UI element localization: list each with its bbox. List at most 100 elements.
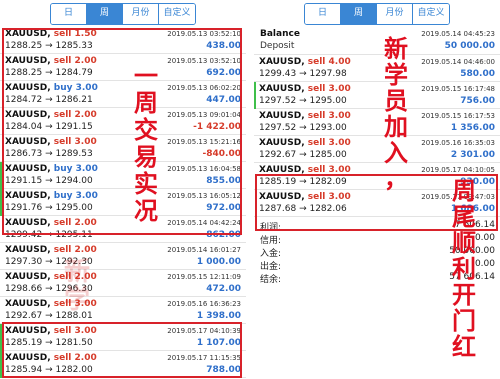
trade-row[interactable]: XAUUSD, sell 3.00 1297.52 → 1295.00 2019.0… [254,82,500,109]
tab-week[interactable]: 周 [341,3,377,24]
trade-title: XAUUSD, buy 3.00 [5,164,98,174]
trade-prices: 1286.73 → 1289.53 [5,149,93,159]
tab-week[interactable]: 周 [87,3,123,24]
trade-prices: 1299.43 → 1297.98 [259,69,347,79]
tab-custom[interactable]: 自定义 [159,3,195,24]
trade-side: sell [53,56,72,66]
balance-title: Balance [260,29,300,39]
trade-symbol: XAUUSD, [259,138,305,148]
tab-month[interactable]: 月份 [123,3,159,24]
trade-date: 2019.05.14 04:46:00 [421,58,495,66]
trade-volume: 2.00 [74,218,97,228]
trade-date: 2019.05.13 09:01:04 [167,111,241,119]
tab-month[interactable]: 月份 [377,3,413,24]
trade-symbol: XAUUSD, [259,165,305,175]
trade-volume: 3.00 [328,84,351,94]
trade-side: sell [53,110,72,120]
trade-row[interactable]: XAUUSD, sell 2.00 1299.42 → 1295.11 2019.0… [0,216,246,243]
trade-row[interactable]: XAUUSD, buy 3.00 1284.72 → 1286.21 2019.05… [0,81,246,108]
trade-row[interactable]: XAUUSD, sell 4.00 1299.43 → 1297.98 2019.0… [254,55,500,82]
trade-row[interactable]: XAUUSD, sell 2.00 1284.04 → 1291.15 2019.0… [0,108,246,135]
trade-row[interactable]: XAUUSD, sell 2.00 1285.94 → 1282.00 2019.0… [0,351,246,378]
trade-volume: 3.00 [75,83,98,93]
trade-row[interactable]: XAUUSD, sell 1.50 1288.25 → 1285.33 2019.0… [0,27,246,54]
trade-date: 2019.05.13 16:05:12 [167,192,241,200]
trade-title: XAUUSD, sell 3.00 [259,138,351,148]
trade-symbol: XAUUSD, [5,353,51,363]
tab-day[interactable]: 日 [51,3,87,24]
trade-row[interactable]: XAUUSD, sell 3.00 1292.67 → 1285.00 2019.0… [254,136,500,163]
trade-profit: 472.00 [206,284,241,294]
watermark-text: 新 学 [63,257,90,315]
trade-row[interactable]: XAUUSD, sell 2.00 1297.30 → 1292.30 2019.0… [0,243,246,270]
tab-day[interactable]: 日 [305,3,341,24]
trade-row[interactable]: XAUUSD, buy 3.00 1291.76 → 1295.00 2019.05… [0,189,246,216]
trade-date: 2019.05.17 04:10:05 [421,166,495,174]
trade-row[interactable]: XAUUSD, sell 2.00 1298.66 → 1296.30 2019.0… [0,270,246,297]
trade-side: sell [307,165,326,175]
period-tabs: 日周月份 自定义 [50,2,196,25]
trade-volume: 2.00 [74,353,97,363]
trade-row[interactable]: XAUUSD, sell 3.00 1297.52 → 1293.00 2019.0… [254,109,500,136]
trade-symbol: XAUUSD, [5,299,51,309]
trade-profit: 438.00 [206,41,241,51]
summary-label: 入金: [260,249,282,259]
summary-label: 信用: [260,236,282,246]
trade-profit: 2 301.00 [450,150,495,160]
trade-volume: 1.50 [74,29,97,39]
caption-weekly-trading: 一 周 交 易 实 况 [134,61,158,225]
trade-title: XAUUSD, sell 1.50 [5,29,97,39]
trade-profit: 1 356.00 [450,123,495,133]
trade-row[interactable]: XAUUSD, sell 3.00 1286.73 → 1289.53 2019.0… [0,135,246,162]
trade-title: XAUUSD, sell 2.00 [5,56,97,66]
trade-symbol: XAUUSD, [5,83,51,93]
trade-volume: 2.00 [74,245,97,255]
trade-title: XAUUSD, sell 3.00 [259,165,351,175]
trade-symbol: XAUUSD, [5,137,51,147]
trade-symbol: XAUUSD, [5,56,51,66]
trade-prices: 1291.15 → 1294.00 [5,176,93,186]
trade-volume: 3.00 [75,191,98,201]
trade-volume: 3.00 [328,192,351,202]
trade-prices: 1285.19 → 1281.50 [5,338,93,348]
trade-prices: 1291.76 → 1295.00 [5,203,93,213]
trade-side: buy [53,83,73,93]
trade-title: XAUUSD, sell 2.00 [5,110,97,120]
trade-prices: 1297.52 → 1293.00 [259,123,347,133]
trade-symbol: XAUUSD, [259,57,305,67]
trade-volume: 2.00 [74,110,97,120]
trade-title: XAUUSD, sell 3.00 [259,84,351,94]
trade-symbol: XAUUSD, [5,272,51,282]
trade-symbol: XAUUSD, [5,326,51,336]
trade-row[interactable]: XAUUSD, buy 3.00 1291.15 → 1294.00 2019.05… [0,162,246,189]
trade-profit: 1 107.00 [196,338,241,348]
summary-label: 利润: [260,223,282,233]
caption-weekend-win: 周 尾 顺 利 开 门 红 [452,176,476,361]
trade-title: XAUUSD, sell 2.00 [5,245,97,255]
trade-date: 2019.05.16 16:36:23 [167,300,241,308]
trade-row[interactable]: XAUUSD, sell 2.00 1288.25 → 1284.79 2019.0… [0,54,246,81]
position-marker [0,324,2,351]
position-marker [0,189,2,216]
trade-title: XAUUSD, sell 3.00 [259,192,351,202]
trade-profit: 692.00 [206,68,241,78]
trade-row[interactable]: XAUUSD, sell 3.00 1285.19 → 1281.50 2019.0… [0,324,246,351]
trade-prices: 1299.42 → 1295.11 [5,230,93,240]
trade-side: sell [53,326,72,336]
trade-profit: 972.00 [206,203,241,213]
trade-prices: 1285.94 → 1282.00 [5,365,93,375]
balance-date: 2019.05.14 04:45:23 [421,30,495,38]
summary-label: 出金: [260,262,282,272]
trade-symbol: XAUUSD, [259,192,305,202]
period-tabbar: 日周月份 自定义 [254,0,500,27]
trade-date: 2019.05.15 16:17:53 [421,112,495,120]
trade-title: XAUUSD, sell 3.00 [259,111,351,121]
trade-title: XAUUSD, sell 3.00 [5,326,97,336]
tab-custom[interactable]: 自定义 [413,3,449,24]
trade-side: sell [307,192,326,202]
period-tabs: 日周月份 自定义 [304,2,450,25]
trade-symbol: XAUUSD, [5,218,51,228]
trade-row[interactable]: XAUUSD, sell 3.00 1292.67 → 1288.01 2019.0… [0,297,246,324]
balance-row[interactable]: Balance Deposit 2019.05.14 04:45:23 50 0… [254,27,500,55]
trade-volume: 3.00 [328,111,351,121]
